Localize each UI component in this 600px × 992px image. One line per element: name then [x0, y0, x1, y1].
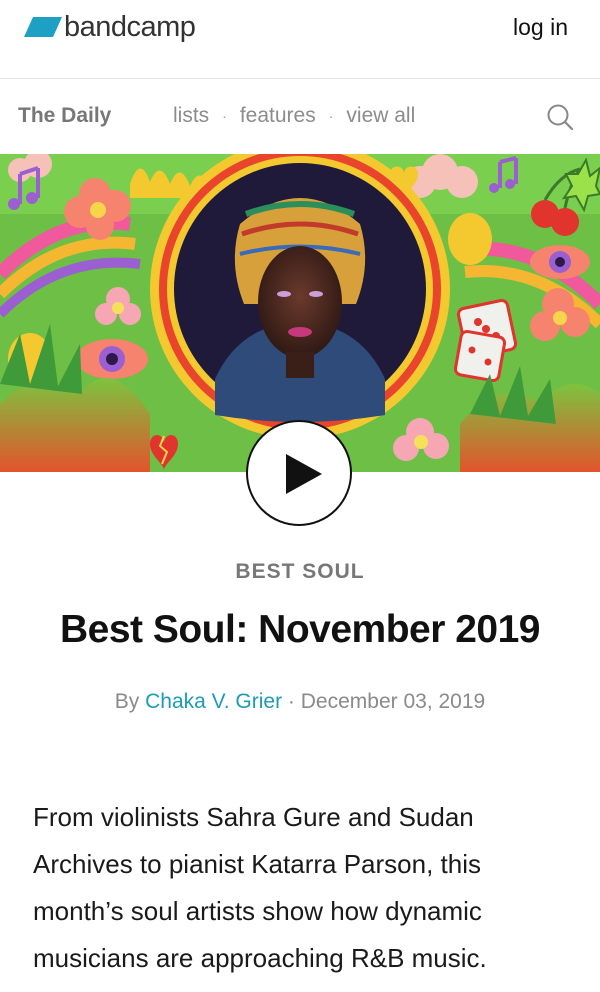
site-header: bandcamp log in: [0, 0, 600, 79]
bandcamp-logo[interactable]: bandcamp: [24, 10, 196, 44]
article-byline: By Chaka V. Grier · December 03, 2019: [0, 690, 600, 714]
nav-link-features[interactable]: features: [240, 104, 316, 128]
daily-title[interactable]: The Daily: [18, 104, 111, 128]
nav-separator: ·: [328, 108, 334, 124]
nav-separator: ·: [222, 108, 227, 124]
daily-nav: The Daily lists · features · view all: [0, 79, 600, 153]
nav-link-view-all[interactable]: view all: [346, 104, 415, 128]
bandcamp-logo-icon: [24, 17, 62, 37]
play-icon: [286, 454, 322, 494]
article-date: December 03, 2019: [300, 690, 486, 713]
logo-text: bandcamp: [64, 10, 196, 43]
byline-separator: ·: [287, 690, 295, 713]
daily-nav-links: lists · features · view all: [173, 104, 415, 128]
article-title: Best Soul: November 2019: [59, 608, 541, 651]
nav-link-lists[interactable]: lists: [173, 104, 209, 128]
byline-prefix: By: [114, 690, 140, 713]
search-icon[interactable]: [546, 103, 574, 131]
login-link[interactable]: log in: [513, 14, 568, 41]
article-intro: From violinists Sahra Gure and Sudan Arc…: [33, 802, 487, 973]
author-link[interactable]: Chaka V. Grier: [145, 690, 282, 713]
play-button[interactable]: [246, 420, 352, 526]
article-category[interactable]: BEST SOUL: [0, 560, 600, 584]
